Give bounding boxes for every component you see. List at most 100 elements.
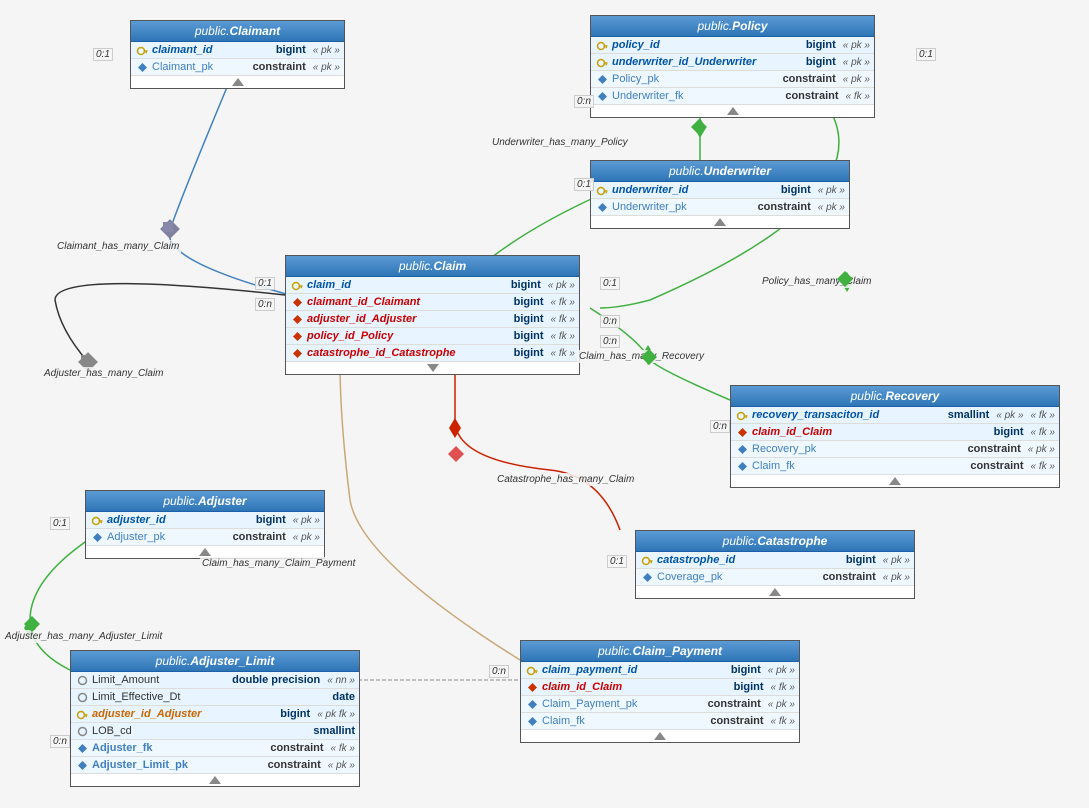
expand-icon — [427, 364, 439, 372]
relation-policy-claim: Policy_has_many_Claim — [760, 275, 874, 288]
field-recovery-pk: Recovery_pk constraint « pk » — [731, 441, 1059, 458]
field-adjuster-id-limit: adjuster_id_Adjuster bigint « pk fk » — [71, 706, 359, 723]
relation-claim-payment: Claim_has_many_Claim_Payment — [200, 557, 357, 570]
entity-underwriter: public.Underwriter underwriter_id bigint… — [590, 160, 850, 229]
diamond-blue-icon — [525, 714, 539, 728]
relation-catastrophe-claim: Catastrophe_has_many_Claim — [495, 473, 636, 486]
field-claim-fk-payment: Claim_fk constraint « fk » — [521, 713, 799, 730]
field-catastrophe-id: catastrophe_id bigint « pk » — [636, 552, 914, 569]
cardinality-8: 0:n — [600, 315, 620, 328]
field-claim-id: claim_id bigint « pk » — [286, 277, 579, 294]
field-adjuster-pk: Adjuster_pk constraint « pk » — [86, 529, 324, 546]
circle-gray-icon — [75, 724, 89, 738]
diamond-blue-icon — [75, 741, 89, 755]
cardinality-4: 0:1 — [574, 178, 594, 191]
field-limit-amount: Limit_Amount double precision « nn » — [71, 672, 359, 689]
key-icon — [595, 183, 609, 197]
expand-icon — [209, 776, 221, 784]
diamond-policy-claim — [836, 270, 854, 291]
diamond-adjuster-limit — [23, 615, 41, 636]
diamond-catastrophe-claim — [447, 445, 465, 466]
field-claim-fk-recovery: Claim_fk constraint « fk » — [731, 458, 1059, 475]
diamond-red-icon — [735, 425, 749, 439]
entity-claimant-header: public.Claimant — [131, 21, 344, 42]
diamond-blue-icon — [135, 60, 149, 74]
key-icon — [595, 38, 609, 52]
key-icon — [640, 553, 654, 567]
entity-policy-header: public.Policy — [591, 16, 874, 37]
field-underwriter-pk: Underwriter_pk constraint « pk » — [591, 199, 849, 216]
entity-adjuster-limit-header: public.Adjuster_Limit — [71, 651, 359, 672]
key-icon — [595, 55, 609, 69]
connector-claimant — [160, 219, 176, 238]
field-adjuster-id-claim: adjuster_id_Adjuster bigint « fk » — [286, 311, 579, 328]
diamond-blue-icon — [75, 758, 89, 772]
key-icon — [75, 707, 89, 721]
relation-adjuster-claim: Adjuster_has_many_Claim — [42, 367, 166, 380]
diamond-blue-icon — [595, 200, 609, 214]
expand-icon — [199, 548, 211, 556]
field-claim-id-payment: claim_id_Claim bigint « fk » — [521, 679, 799, 696]
diamond-blue-icon — [735, 442, 749, 456]
cardinality-12: 0:1 — [607, 555, 627, 568]
field-underwriter-fk: Underwriter_fk constraint « fk » — [591, 88, 874, 105]
diamond-blue-icon — [595, 72, 609, 86]
entity-catastrophe-footer — [636, 586, 914, 598]
field-adjuster-fk: Adjuster_fk constraint « fk » — [71, 740, 359, 757]
entity-adjuster-limit: public.Adjuster_Limit Limit_Amount doubl… — [70, 650, 360, 787]
cardinality-11: 0:1 — [50, 517, 70, 530]
diamond-blue-icon — [735, 459, 749, 473]
field-adjuster-limit-pk: Adjuster_Limit_pk constraint « pk » — [71, 757, 359, 774]
relation-claimant-claim: Claimant_has_many_Claim — [55, 240, 181, 253]
diagram-canvas: public.Claimant claimant_id bigint « pk … — [0, 0, 1089, 808]
cardinality-3: 0:1 — [916, 48, 936, 61]
field-recovery-transaction-id: recovery_transaciton_id smallint « pk » … — [731, 407, 1059, 424]
expand-icon — [654, 732, 666, 740]
expand-icon — [769, 588, 781, 596]
entity-claim-payment-header: public.Claim_Payment — [521, 641, 799, 662]
entity-recovery-footer — [731, 475, 1059, 487]
field-underwriter-id: underwriter_id_Underwriter bigint « pk » — [591, 54, 874, 71]
entity-catastrophe: public.Catastrophe catastrophe_id bigint… — [635, 530, 915, 599]
entity-adjuster-limit-footer — [71, 774, 359, 786]
entity-recovery-header: public.Recovery — [731, 386, 1059, 407]
diamond-red-icon — [290, 295, 304, 309]
field-policy-pk: Policy_pk constraint « pk » — [591, 71, 874, 88]
field-limit-effective-dt: Limit_Effective_Dt date — [71, 689, 359, 706]
diamond-blue-icon — [640, 570, 654, 584]
entity-underwriter-header: public.Underwriter — [591, 161, 849, 182]
entity-claimant-footer — [131, 76, 344, 88]
key-icon — [290, 278, 304, 292]
field-claim-id-recovery: claim_id_Claim bigint « fk » — [731, 424, 1059, 441]
circle-gray-icon — [75, 690, 89, 704]
cardinality-9: 0:n — [600, 335, 620, 348]
diamond-red-icon — [290, 329, 304, 343]
entity-policy-footer — [591, 105, 874, 117]
field-underwriter-id: underwriter_id bigint « pk » — [591, 182, 849, 199]
field-coverage-pk: Coverage_pk constraint « pk » — [636, 569, 914, 586]
diamond-red-icon — [525, 680, 539, 694]
field-lob-cd: LOB_cd smallint — [71, 723, 359, 740]
entity-adjuster-header: public.Adjuster — [86, 491, 324, 512]
key-icon — [735, 408, 749, 422]
entity-claimant: public.Claimant claimant_id bigint « pk … — [130, 20, 345, 89]
field-claimant-pk: Claimant_pk constraint « pk » — [131, 59, 344, 76]
entity-recovery: public.Recovery recovery_transaciton_id … — [730, 385, 1060, 488]
field-policy-id-claim: policy_id_Policy bigint « fk » — [286, 328, 579, 345]
diamond-blue-icon — [525, 697, 539, 711]
diamond-red-icon — [290, 346, 304, 360]
cardinality-14: 0:n — [50, 735, 70, 748]
diamond-underwriter-policy — [690, 118, 708, 139]
entity-claim: public.Claim claim_id bigint « pk » clai… — [285, 255, 580, 375]
expand-icon — [727, 107, 739, 115]
entity-claim-header: public.Claim — [286, 256, 579, 277]
entity-catastrophe-header: public.Catastrophe — [636, 531, 914, 552]
cardinality-5: 0:1 — [255, 277, 275, 290]
cardinality-10: 0:n — [710, 420, 730, 433]
key-icon — [135, 43, 149, 57]
cardinality-2: 0:n — [574, 95, 594, 108]
expand-icon — [232, 78, 244, 86]
field-claimant-id: claimant_id bigint « pk » — [131, 42, 344, 59]
entity-policy: public.Policy policy_id bigint « pk » un… — [590, 15, 875, 118]
diamond-blue-icon — [595, 89, 609, 103]
